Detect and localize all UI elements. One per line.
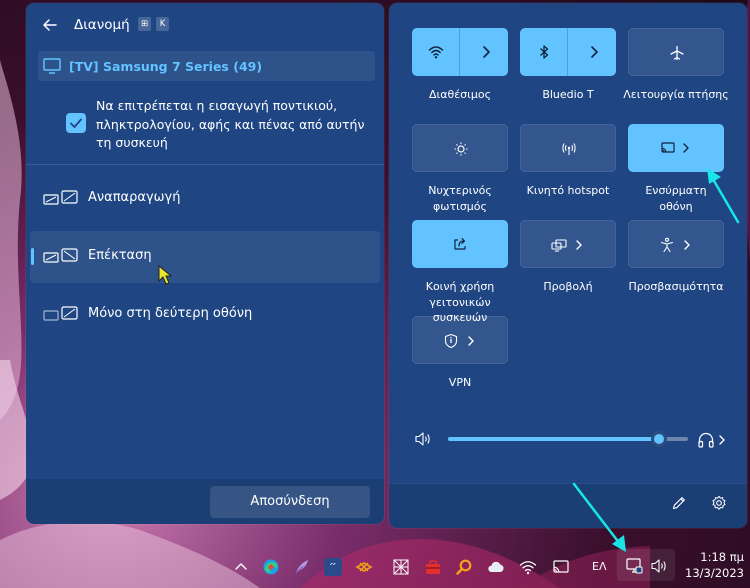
wifi-icon[interactable] bbox=[519, 558, 537, 576]
cast-title: Διανομή bbox=[74, 17, 130, 33]
mode-extend[interactable]: Επέκταση bbox=[30, 231, 380, 283]
mode-label: Αναπαραγωγή bbox=[88, 190, 181, 205]
wifi-tile[interactable] bbox=[412, 28, 508, 76]
cast-header: Διανομή ⊞ K bbox=[26, 3, 384, 47]
cast-flyout: Διανομή ⊞ K [TV] Samsung 7 Series (49) Ν… bbox=[26, 3, 384, 524]
mode-second-screen-only[interactable]: Μόνο στη δεύτερη οθόνη bbox=[30, 289, 380, 341]
cast-icon[interactable] bbox=[552, 558, 570, 576]
extend-display-icon bbox=[43, 248, 78, 263]
duplicate-display-icon bbox=[43, 190, 78, 205]
edge-icon[interactable] bbox=[262, 558, 280, 576]
airplane-icon bbox=[670, 45, 684, 61]
tile-label: Διαθέσιμος bbox=[428, 88, 492, 101]
chevron-right-icon[interactable] bbox=[463, 333, 479, 349]
speaker-icon[interactable] bbox=[414, 431, 432, 447]
divider bbox=[26, 164, 384, 165]
vpn-shield-icon bbox=[444, 333, 458, 349]
language-indicator[interactable]: ΕΛ bbox=[592, 560, 606, 573]
airplane-mode-tile[interactable] bbox=[628, 28, 724, 76]
feather-icon[interactable] bbox=[293, 558, 311, 576]
toolbox-icon[interactable] bbox=[424, 558, 442, 576]
k-key-badge: K bbox=[156, 17, 169, 31]
grid-icon[interactable] bbox=[392, 558, 410, 576]
night-light-tile[interactable] bbox=[412, 124, 508, 172]
tile-label: Bluedio T bbox=[542, 88, 594, 101]
annotation-arrows bbox=[572, 168, 740, 552]
hotspot-icon bbox=[562, 143, 576, 155]
back-arrow-icon[interactable] bbox=[40, 15, 60, 35]
nearby-sharing-tile[interactable] bbox=[412, 220, 508, 268]
allow-input-checkbox[interactable] bbox=[66, 113, 86, 133]
wifi-icon bbox=[428, 46, 444, 59]
disconnect-button[interactable]: Αποσύνδεση bbox=[210, 486, 370, 518]
clock-date: 13/3/2023 bbox=[685, 566, 744, 580]
chevron-right-icon[interactable] bbox=[586, 44, 602, 60]
chevron-up-icon[interactable] bbox=[232, 558, 250, 576]
monitor-icon bbox=[43, 58, 61, 74]
tile-label: Λειτουργία πτήσης bbox=[623, 88, 729, 101]
second-screen-icon bbox=[43, 306, 78, 321]
cloud-icon[interactable] bbox=[487, 558, 505, 576]
app-icon[interactable]: ״ bbox=[324, 558, 342, 576]
cast-icon bbox=[661, 142, 675, 153]
arrow-to-wireless-display bbox=[707, 168, 740, 224]
mode-duplicate[interactable]: Αναπαραγωγή bbox=[30, 173, 380, 225]
chevron-right-icon[interactable] bbox=[678, 140, 694, 156]
mode-label: Μόνο στη δεύτερη οθόνη bbox=[88, 306, 253, 321]
arrow-to-tray bbox=[572, 482, 626, 552]
mouse-cursor-icon bbox=[158, 265, 172, 285]
vpn-tile[interactable] bbox=[412, 316, 508, 364]
nearby-share-icon bbox=[454, 237, 466, 250]
bluestacks-icon[interactable] bbox=[355, 558, 373, 576]
night-light-icon bbox=[454, 142, 468, 156]
windows-key-badge: ⊞ bbox=[138, 17, 151, 31]
selected-indicator bbox=[31, 248, 34, 265]
tile-label: Νυχτερινός φωτισμός bbox=[428, 184, 492, 213]
checkmark-icon bbox=[70, 118, 82, 128]
bluetooth-icon bbox=[540, 45, 549, 59]
bluetooth-tile[interactable] bbox=[520, 28, 616, 76]
device-name: [TV] Samsung 7 Series (49) bbox=[69, 59, 263, 74]
search-icon[interactable] bbox=[455, 558, 473, 576]
mode-label: Επέκταση bbox=[88, 248, 152, 263]
chevron-right-icon[interactable] bbox=[478, 44, 494, 60]
tile-label: VPN bbox=[448, 376, 472, 389]
allow-input-label: Να επιτρέπεται η εισαγωγή ποντικιού, πλη… bbox=[96, 98, 365, 150]
